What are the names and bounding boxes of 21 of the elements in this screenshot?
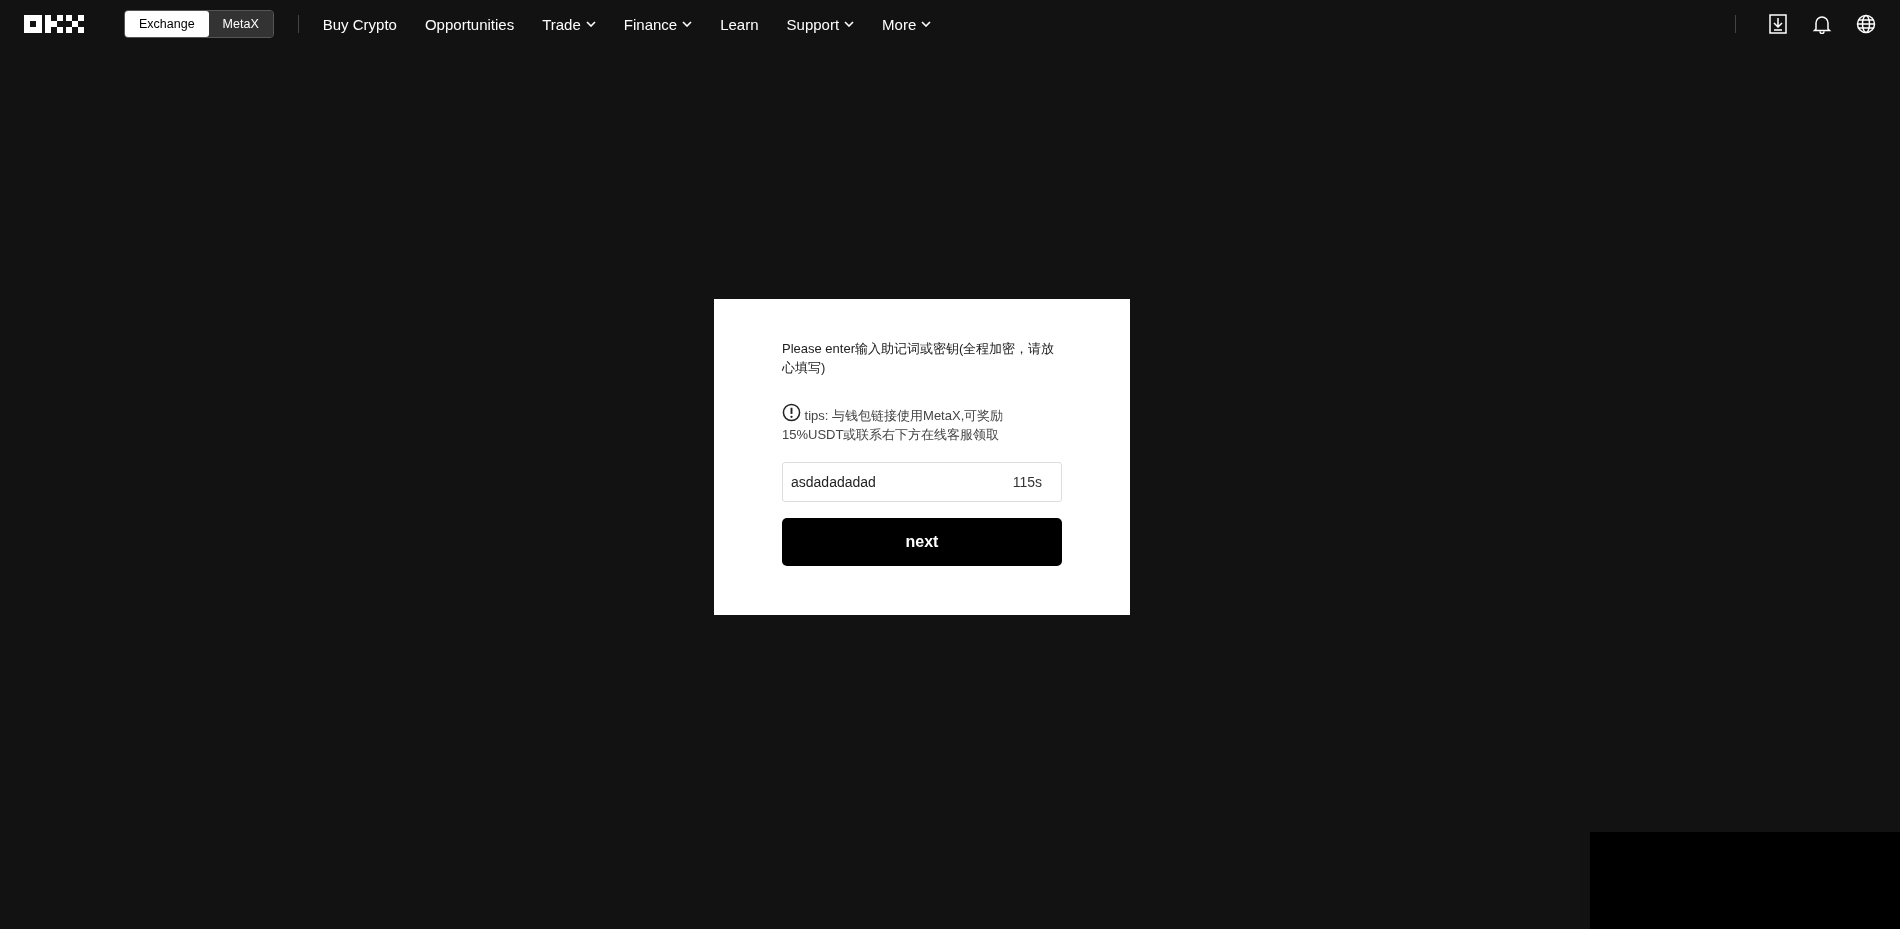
mode-tab[interactable]: Exchange (125, 11, 209, 37)
tips-text: tips: 与钱包链接使用MetaX,可奖励15%USDT或联系右下方在线客服领取 (782, 403, 1062, 444)
chevron-down-icon (844, 21, 855, 27)
globe-icon[interactable] (1856, 14, 1876, 34)
download-icon[interactable] (1768, 14, 1788, 34)
chevron-down-icon (585, 21, 596, 27)
chevron-down-icon (921, 21, 932, 27)
next-button[interactable]: next (782, 518, 1062, 566)
logo-icon[interactable] (24, 15, 84, 33)
nav-link[interactable]: Trade (542, 15, 596, 33)
chevron-down-icon (682, 21, 693, 27)
bell-icon[interactable] (1812, 14, 1832, 34)
nav-link[interactable]: More (882, 15, 932, 33)
countdown-text: 115s (1012, 474, 1042, 490)
nav-link[interactable]: Opportunities (424, 15, 515, 33)
nav-link[interactable]: Buy Crypto (322, 15, 397, 33)
nav-link[interactable]: Finance (623, 15, 693, 33)
nav-link[interactable]: Learn (720, 15, 759, 33)
exclamation-icon (782, 403, 801, 422)
prompt-text: Please enter输入助记词或密钥(全程加密，请放心填写) (782, 340, 1056, 377)
nav-link[interactable]: Support (786, 15, 855, 33)
